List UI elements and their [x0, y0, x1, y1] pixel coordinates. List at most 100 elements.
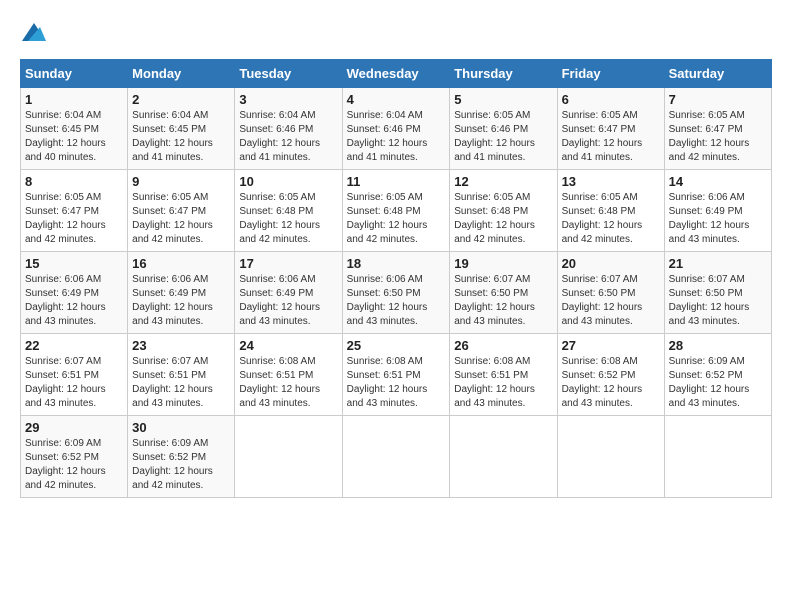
day-cell-8: 8 Sunrise: 6:05 AMSunset: 6:47 PMDayligh…: [21, 170, 128, 252]
col-tuesday: Tuesday: [235, 60, 342, 88]
day-cell-21: 21 Sunrise: 6:07 AMSunset: 6:50 PMDaylig…: [664, 252, 771, 334]
day-cell-4: 4 Sunrise: 6:04 AMSunset: 6:46 PMDayligh…: [342, 88, 450, 170]
day-cell-17: 17 Sunrise: 6:06 AMSunset: 6:49 PMDaylig…: [235, 252, 342, 334]
day-cell-28: 28 Sunrise: 6:09 AMSunset: 6:52 PMDaylig…: [664, 334, 771, 416]
day-detail: Sunrise: 6:04 AMSunset: 6:46 PMDaylight:…: [239, 110, 320, 163]
day-number: 16: [132, 256, 230, 271]
day-number: 22: [25, 338, 123, 353]
day-detail: Sunrise: 6:07 AMSunset: 6:50 PMDaylight:…: [669, 274, 750, 327]
day-cell-15: 15 Sunrise: 6:06 AMSunset: 6:49 PMDaylig…: [21, 252, 128, 334]
day-number: 4: [347, 92, 446, 107]
day-cell-22: 22 Sunrise: 6:07 AMSunset: 6:51 PMDaylig…: [21, 334, 128, 416]
day-number: 19: [454, 256, 552, 271]
day-detail: Sunrise: 6:05 AMSunset: 6:48 PMDaylight:…: [562, 192, 643, 245]
day-number: 20: [562, 256, 660, 271]
day-detail: Sunrise: 6:05 AMSunset: 6:47 PMDaylight:…: [669, 110, 750, 163]
day-number: 11: [347, 174, 446, 189]
empty-cell: [557, 416, 664, 498]
day-detail: Sunrise: 6:04 AMSunset: 6:45 PMDaylight:…: [25, 110, 106, 163]
day-number: 21: [669, 256, 767, 271]
day-detail: Sunrise: 6:05 AMSunset: 6:46 PMDaylight:…: [454, 110, 535, 163]
calendar-table: Sunday Monday Tuesday Wednesday Thursday…: [20, 59, 772, 498]
col-monday: Monday: [128, 60, 235, 88]
day-cell-24: 24 Sunrise: 6:08 AMSunset: 6:51 PMDaylig…: [235, 334, 342, 416]
day-cell-26: 26 Sunrise: 6:08 AMSunset: 6:51 PMDaylig…: [450, 334, 557, 416]
day-cell-29: 29 Sunrise: 6:09 AMSunset: 6:52 PMDaylig…: [21, 416, 128, 498]
day-number: 30: [132, 420, 230, 435]
day-number: 15: [25, 256, 123, 271]
day-number: 3: [239, 92, 337, 107]
day-number: 6: [562, 92, 660, 107]
day-cell-23: 23 Sunrise: 6:07 AMSunset: 6:51 PMDaylig…: [128, 334, 235, 416]
day-cell-30: 30 Sunrise: 6:09 AMSunset: 6:52 PMDaylig…: [128, 416, 235, 498]
col-sunday: Sunday: [21, 60, 128, 88]
day-detail: Sunrise: 6:06 AMSunset: 6:49 PMDaylight:…: [239, 274, 320, 327]
day-cell-25: 25 Sunrise: 6:08 AMSunset: 6:51 PMDaylig…: [342, 334, 450, 416]
day-cell-14: 14 Sunrise: 6:06 AMSunset: 6:49 PMDaylig…: [664, 170, 771, 252]
day-number: 2: [132, 92, 230, 107]
day-detail: Sunrise: 6:06 AMSunset: 6:49 PMDaylight:…: [132, 274, 213, 327]
day-cell-5: 5 Sunrise: 6:05 AMSunset: 6:46 PMDayligh…: [450, 88, 557, 170]
day-detail: Sunrise: 6:06 AMSunset: 6:50 PMDaylight:…: [347, 274, 428, 327]
day-number: 26: [454, 338, 552, 353]
day-detail: Sunrise: 6:07 AMSunset: 6:50 PMDaylight:…: [454, 274, 535, 327]
day-cell-16: 16 Sunrise: 6:06 AMSunset: 6:49 PMDaylig…: [128, 252, 235, 334]
day-number: 27: [562, 338, 660, 353]
day-cell-3: 3 Sunrise: 6:04 AMSunset: 6:46 PMDayligh…: [235, 88, 342, 170]
day-cell-10: 10 Sunrise: 6:05 AMSunset: 6:48 PMDaylig…: [235, 170, 342, 252]
day-detail: Sunrise: 6:06 AMSunset: 6:49 PMDaylight:…: [25, 274, 106, 327]
day-detail: Sunrise: 6:07 AMSunset: 6:51 PMDaylight:…: [25, 356, 106, 409]
day-detail: Sunrise: 6:08 AMSunset: 6:51 PMDaylight:…: [454, 356, 535, 409]
day-number: 1: [25, 92, 123, 107]
empty-cell: [235, 416, 342, 498]
day-detail: Sunrise: 6:06 AMSunset: 6:49 PMDaylight:…: [669, 192, 750, 245]
day-detail: Sunrise: 6:05 AMSunset: 6:47 PMDaylight:…: [25, 192, 106, 245]
day-cell-27: 27 Sunrise: 6:08 AMSunset: 6:52 PMDaylig…: [557, 334, 664, 416]
day-detail: Sunrise: 6:05 AMSunset: 6:47 PMDaylight:…: [562, 110, 643, 163]
calendar-week-4: 22 Sunrise: 6:07 AMSunset: 6:51 PMDaylig…: [21, 334, 772, 416]
empty-cell: [342, 416, 450, 498]
day-number: 17: [239, 256, 337, 271]
day-detail: Sunrise: 6:08 AMSunset: 6:51 PMDaylight:…: [239, 356, 320, 409]
day-cell-20: 20 Sunrise: 6:07 AMSunset: 6:50 PMDaylig…: [557, 252, 664, 334]
day-number: 13: [562, 174, 660, 189]
logo: [20, 20, 46, 49]
col-thursday: Thursday: [450, 60, 557, 88]
day-number: 24: [239, 338, 337, 353]
day-detail: Sunrise: 6:09 AMSunset: 6:52 PMDaylight:…: [25, 438, 106, 491]
day-number: 18: [347, 256, 446, 271]
col-saturday: Saturday: [664, 60, 771, 88]
day-cell-1: 1 Sunrise: 6:04 AMSunset: 6:45 PMDayligh…: [21, 88, 128, 170]
day-number: 5: [454, 92, 552, 107]
day-cell-2: 2 Sunrise: 6:04 AMSunset: 6:45 PMDayligh…: [128, 88, 235, 170]
day-number: 29: [25, 420, 123, 435]
day-number: 14: [669, 174, 767, 189]
day-detail: Sunrise: 6:07 AMSunset: 6:51 PMDaylight:…: [132, 356, 213, 409]
day-cell-12: 12 Sunrise: 6:05 AMSunset: 6:48 PMDaylig…: [450, 170, 557, 252]
calendar-week-2: 8 Sunrise: 6:05 AMSunset: 6:47 PMDayligh…: [21, 170, 772, 252]
logo-icon: [22, 20, 46, 44]
col-friday: Friday: [557, 60, 664, 88]
day-detail: Sunrise: 6:09 AMSunset: 6:52 PMDaylight:…: [669, 356, 750, 409]
day-detail: Sunrise: 6:05 AMSunset: 6:48 PMDaylight:…: [239, 192, 320, 245]
day-number: 28: [669, 338, 767, 353]
day-cell-6: 6 Sunrise: 6:05 AMSunset: 6:47 PMDayligh…: [557, 88, 664, 170]
day-cell-19: 19 Sunrise: 6:07 AMSunset: 6:50 PMDaylig…: [450, 252, 557, 334]
day-detail: Sunrise: 6:05 AMSunset: 6:47 PMDaylight:…: [132, 192, 213, 245]
day-detail: Sunrise: 6:08 AMSunset: 6:52 PMDaylight:…: [562, 356, 643, 409]
day-detail: Sunrise: 6:04 AMSunset: 6:45 PMDaylight:…: [132, 110, 213, 163]
day-number: 10: [239, 174, 337, 189]
day-number: 7: [669, 92, 767, 107]
day-cell-18: 18 Sunrise: 6:06 AMSunset: 6:50 PMDaylig…: [342, 252, 450, 334]
day-detail: Sunrise: 6:05 AMSunset: 6:48 PMDaylight:…: [347, 192, 428, 245]
day-number: 8: [25, 174, 123, 189]
col-wednesday: Wednesday: [342, 60, 450, 88]
day-cell-9: 9 Sunrise: 6:05 AMSunset: 6:47 PMDayligh…: [128, 170, 235, 252]
day-detail: Sunrise: 6:05 AMSunset: 6:48 PMDaylight:…: [454, 192, 535, 245]
calendar-week-5: 29 Sunrise: 6:09 AMSunset: 6:52 PMDaylig…: [21, 416, 772, 498]
empty-cell: [450, 416, 557, 498]
calendar-week-1: 1 Sunrise: 6:04 AMSunset: 6:45 PMDayligh…: [21, 88, 772, 170]
header: [20, 20, 772, 49]
day-cell-11: 11 Sunrise: 6:05 AMSunset: 6:48 PMDaylig…: [342, 170, 450, 252]
day-detail: Sunrise: 6:08 AMSunset: 6:51 PMDaylight:…: [347, 356, 428, 409]
